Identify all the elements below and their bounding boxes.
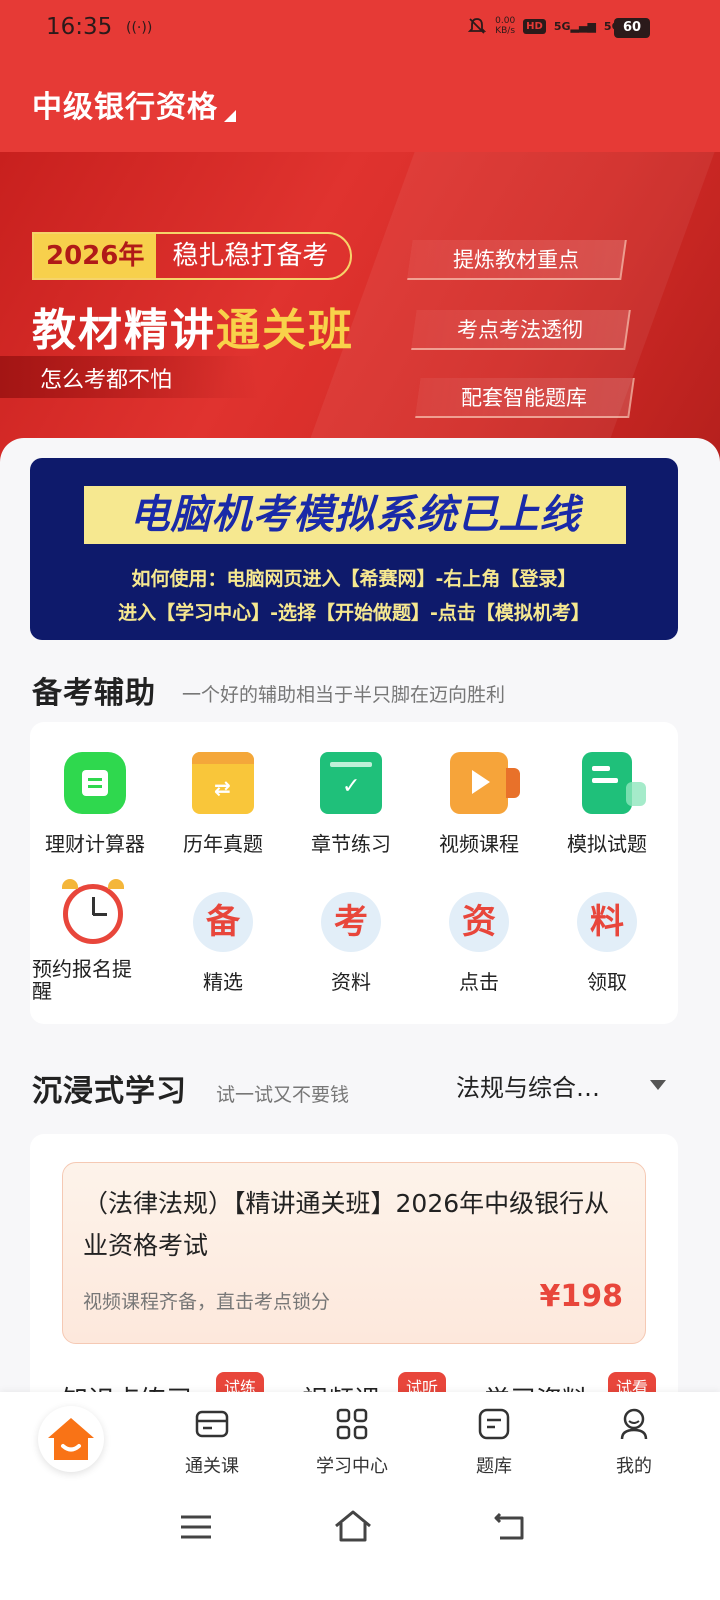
grid-icon [336,1408,368,1440]
tool-featured[interactable]: 备 精选 [160,892,286,995]
nav-home[interactable] [38,1406,104,1472]
nav-course[interactable]: 通关课 [162,1406,262,1478]
status-time: 16:35 [46,14,113,40]
bell-muted-icon [467,18,487,34]
feature-tag: 配套智能题库 [415,378,635,418]
document-icon [478,1408,510,1440]
tool-registration-reminder[interactable]: 预约报名提醒 [30,879,156,1003]
notice-line: 如何使用：电脑网页进入【希赛网】-右上角【登录】 [131,568,577,590]
back-icon[interactable] [492,1510,528,1542]
tool-label: 历年真题 [183,832,263,856]
tool-label: 点击 [459,970,499,994]
home-icon [48,1418,94,1460]
year-pill: 2026年 稳扎稳打备考 [32,232,353,280]
video-icon [450,752,520,814]
nav-learning-center[interactable]: 学习中心 [302,1406,402,1478]
tool-calculator[interactable]: 理财计算器 [32,752,158,857]
tool-claim[interactable]: 料 领取 [544,892,670,995]
card-icon [195,1410,229,1438]
promo-banner[interactable]: 2026年 稳扎稳打备考 教材精讲通关班 怎么考都不怕 提炼教材重点 考点考法透… [0,152,720,462]
tool-label: 资料 [331,970,371,994]
check-card-icon: ✓ [320,752,382,814]
tool-chapter-practice[interactable]: ✓ 章节练习 [288,752,414,857]
tool-click[interactable]: 资 点击 [416,892,542,995]
tool-past-exams[interactable]: ⇄ 历年真题 [160,752,286,857]
notice-title: 电脑机考模拟系统已上线 [129,492,581,538]
status-bar: 16:35 ((·)) 0.00KB/s HD 5G▂▄▆ 5G▂▄▆ 60 [0,0,720,56]
tool-video-course[interactable]: 视频课程 [416,752,542,857]
system-nav-bar [0,1488,720,1600]
book-icon: ⇄ [192,752,254,814]
nav-label: 通关课 [185,1456,239,1477]
caret-icon[interactable] [224,110,236,122]
battery-icon: 60 [614,18,650,38]
hd-badge: HD [523,18,546,34]
notice-banner[interactable]: 电脑机考模拟系统已上线 如何使用：电脑网页进入【希赛网】-右上角【登录】 进入【… [30,458,678,640]
section-title: 备考辅助 [32,676,156,711]
tools-grid: 理财计算器 ⇄ 历年真题 ✓ 章节练习 视频课程 模拟试题 预约报名提醒 备 精… [30,722,678,1024]
section-title: 沉浸式学习 [32,1074,187,1109]
user-icon [620,1408,648,1440]
tool-label: 章节练习 [311,832,391,856]
notice-line: 进入【学习中心】-选择【开始做题】-点击【模拟机考】 [118,602,590,624]
nav-question-bank[interactable]: 题库 [444,1406,544,1478]
tool-materials[interactable]: 考 资料 [288,892,414,995]
tool-mock-test[interactable]: 模拟试题 [544,752,670,857]
test-paper-icon [582,752,646,814]
signal-1-icon: 5G▂▄▆ [553,19,596,33]
tool-label: 领取 [587,970,627,994]
char-badge-icon: 资 [449,892,509,952]
hotspot-icon: ((·)) [126,20,153,36]
tool-label: 理财计算器 [45,832,145,856]
course-title: （法律法规）【精讲通关班】2026年中级银行从业资格考试 [83,1189,610,1260]
year-tag: 2026年 [34,234,157,278]
char-badge-icon: 备 [193,892,253,952]
feature-tag: 考点考法透彻 [411,310,631,350]
char-badge-icon: 考 [321,892,381,952]
subject-select[interactable]: 法规与综合… [456,1068,600,1103]
nav-label: 题库 [476,1456,512,1477]
network-speed: 0.00 KB/s [495,16,516,36]
nav-label: 我的 [616,1456,652,1477]
nav-profile[interactable]: 我的 [584,1406,684,1478]
section-subtitle: 试一试又不要钱 [216,1084,350,1106]
menu-icon[interactable] [178,1512,214,1542]
tool-label: 视频课程 [439,832,519,856]
course-description: 视频课程齐备，直击考点锁分 [83,1291,331,1313]
bottom-nav: 通关课 学习中心 题库 我的 [0,1392,720,1488]
tool-label: 预约报名提醒 [32,957,132,1003]
calculator-icon [64,752,126,814]
dropdown-caret-icon[interactable] [650,1080,666,1090]
home-system-icon[interactable] [332,1508,374,1544]
tool-label: 精选 [203,970,243,994]
banner-subtitle: 怎么考都不怕 [40,368,173,393]
tool-label: 模拟试题 [567,832,647,856]
section-subtitle: 一个好的辅助相当于半只脚在迈向胜利 [182,684,506,706]
feature-tag: 提炼教材重点 [407,240,627,280]
app-header: 中级银行资格 [0,56,720,156]
course-price: ¥198 [539,1279,624,1314]
banner-headline: 教材精讲通关班 [32,305,354,356]
char-badge-icon: 料 [577,892,637,952]
nav-label: 学习中心 [316,1456,388,1477]
slogan: 稳扎稳打备考 [172,241,329,271]
exam-selector-title[interactable]: 中级银行资格 [32,82,218,126]
course-card[interactable]: （法律法规）【精讲通关班】2026年中级银行从业资格考试 视频课程齐备，直击考点… [62,1162,646,1344]
alarm-clock-icon [62,879,124,944]
